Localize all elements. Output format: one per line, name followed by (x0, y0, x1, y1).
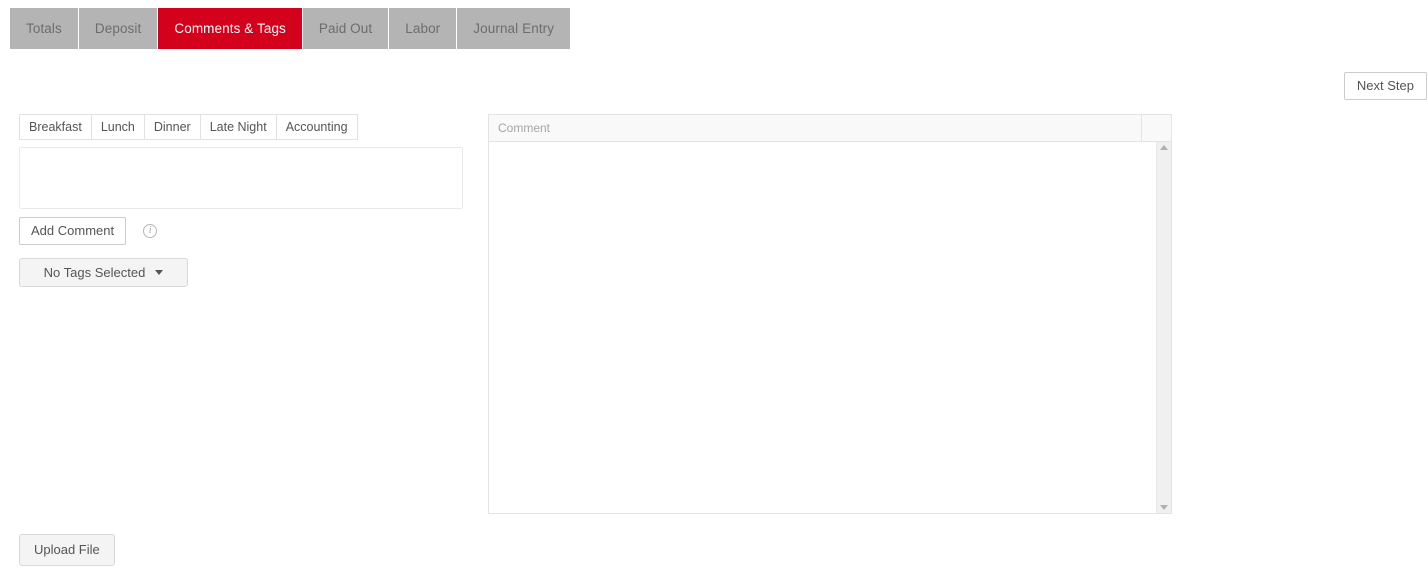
tab-journal-entry[interactable]: Journal Entry (457, 8, 571, 49)
period-tab-late-night[interactable]: Late Night (199, 114, 276, 140)
column-header-comment[interactable]: Comment (489, 115, 1141, 141)
comments-table-body (489, 142, 1171, 513)
tab-labor[interactable]: Labor (389, 8, 458, 49)
comment-entry-column: Breakfast Lunch Dinner Late Night Accoun… (19, 114, 465, 287)
comment-action-row: Add Comment i (19, 217, 465, 245)
scroll-up-arrow-icon[interactable] (1160, 145, 1168, 150)
tab-comments-and-tags[interactable]: Comments & Tags (158, 8, 303, 49)
comments-list-panel: Comment (488, 114, 1172, 514)
comments-table-header: Comment (489, 115, 1171, 142)
chevron-down-icon (155, 270, 164, 275)
period-tab-accounting[interactable]: Accounting (275, 114, 358, 140)
upload-file-button[interactable]: Upload File (19, 534, 115, 566)
tab-paid-out[interactable]: Paid Out (302, 8, 390, 49)
add-comment-button[interactable]: Add Comment (19, 217, 127, 245)
period-tab-lunch[interactable]: Lunch (90, 114, 144, 140)
comment-textarea[interactable] (19, 147, 463, 209)
scroll-down-arrow-icon[interactable] (1160, 505, 1168, 510)
period-tab-dinner[interactable]: Dinner (143, 114, 200, 140)
meal-period-tab-group: Breakfast Lunch Dinner Late Night Accoun… (19, 114, 465, 140)
tags-dropdown[interactable]: No Tags Selected (19, 258, 188, 287)
comments-scrollbar[interactable] (1156, 142, 1171, 513)
comments-row-container (489, 142, 1156, 513)
info-icon[interactable]: i (143, 224, 158, 238)
tab-deposit[interactable]: Deposit (78, 8, 159, 49)
tags-dropdown-label: No Tags Selected (43, 265, 146, 280)
tab-totals[interactable]: Totals (10, 8, 79, 49)
period-tab-breakfast[interactable]: Breakfast (19, 114, 91, 140)
next-step-button[interactable]: Next Step (1343, 72, 1427, 100)
main-tab-bar: Totals Deposit Comments & Tags Paid Out … (10, 8, 571, 49)
column-header-actions[interactable] (1141, 115, 1171, 141)
